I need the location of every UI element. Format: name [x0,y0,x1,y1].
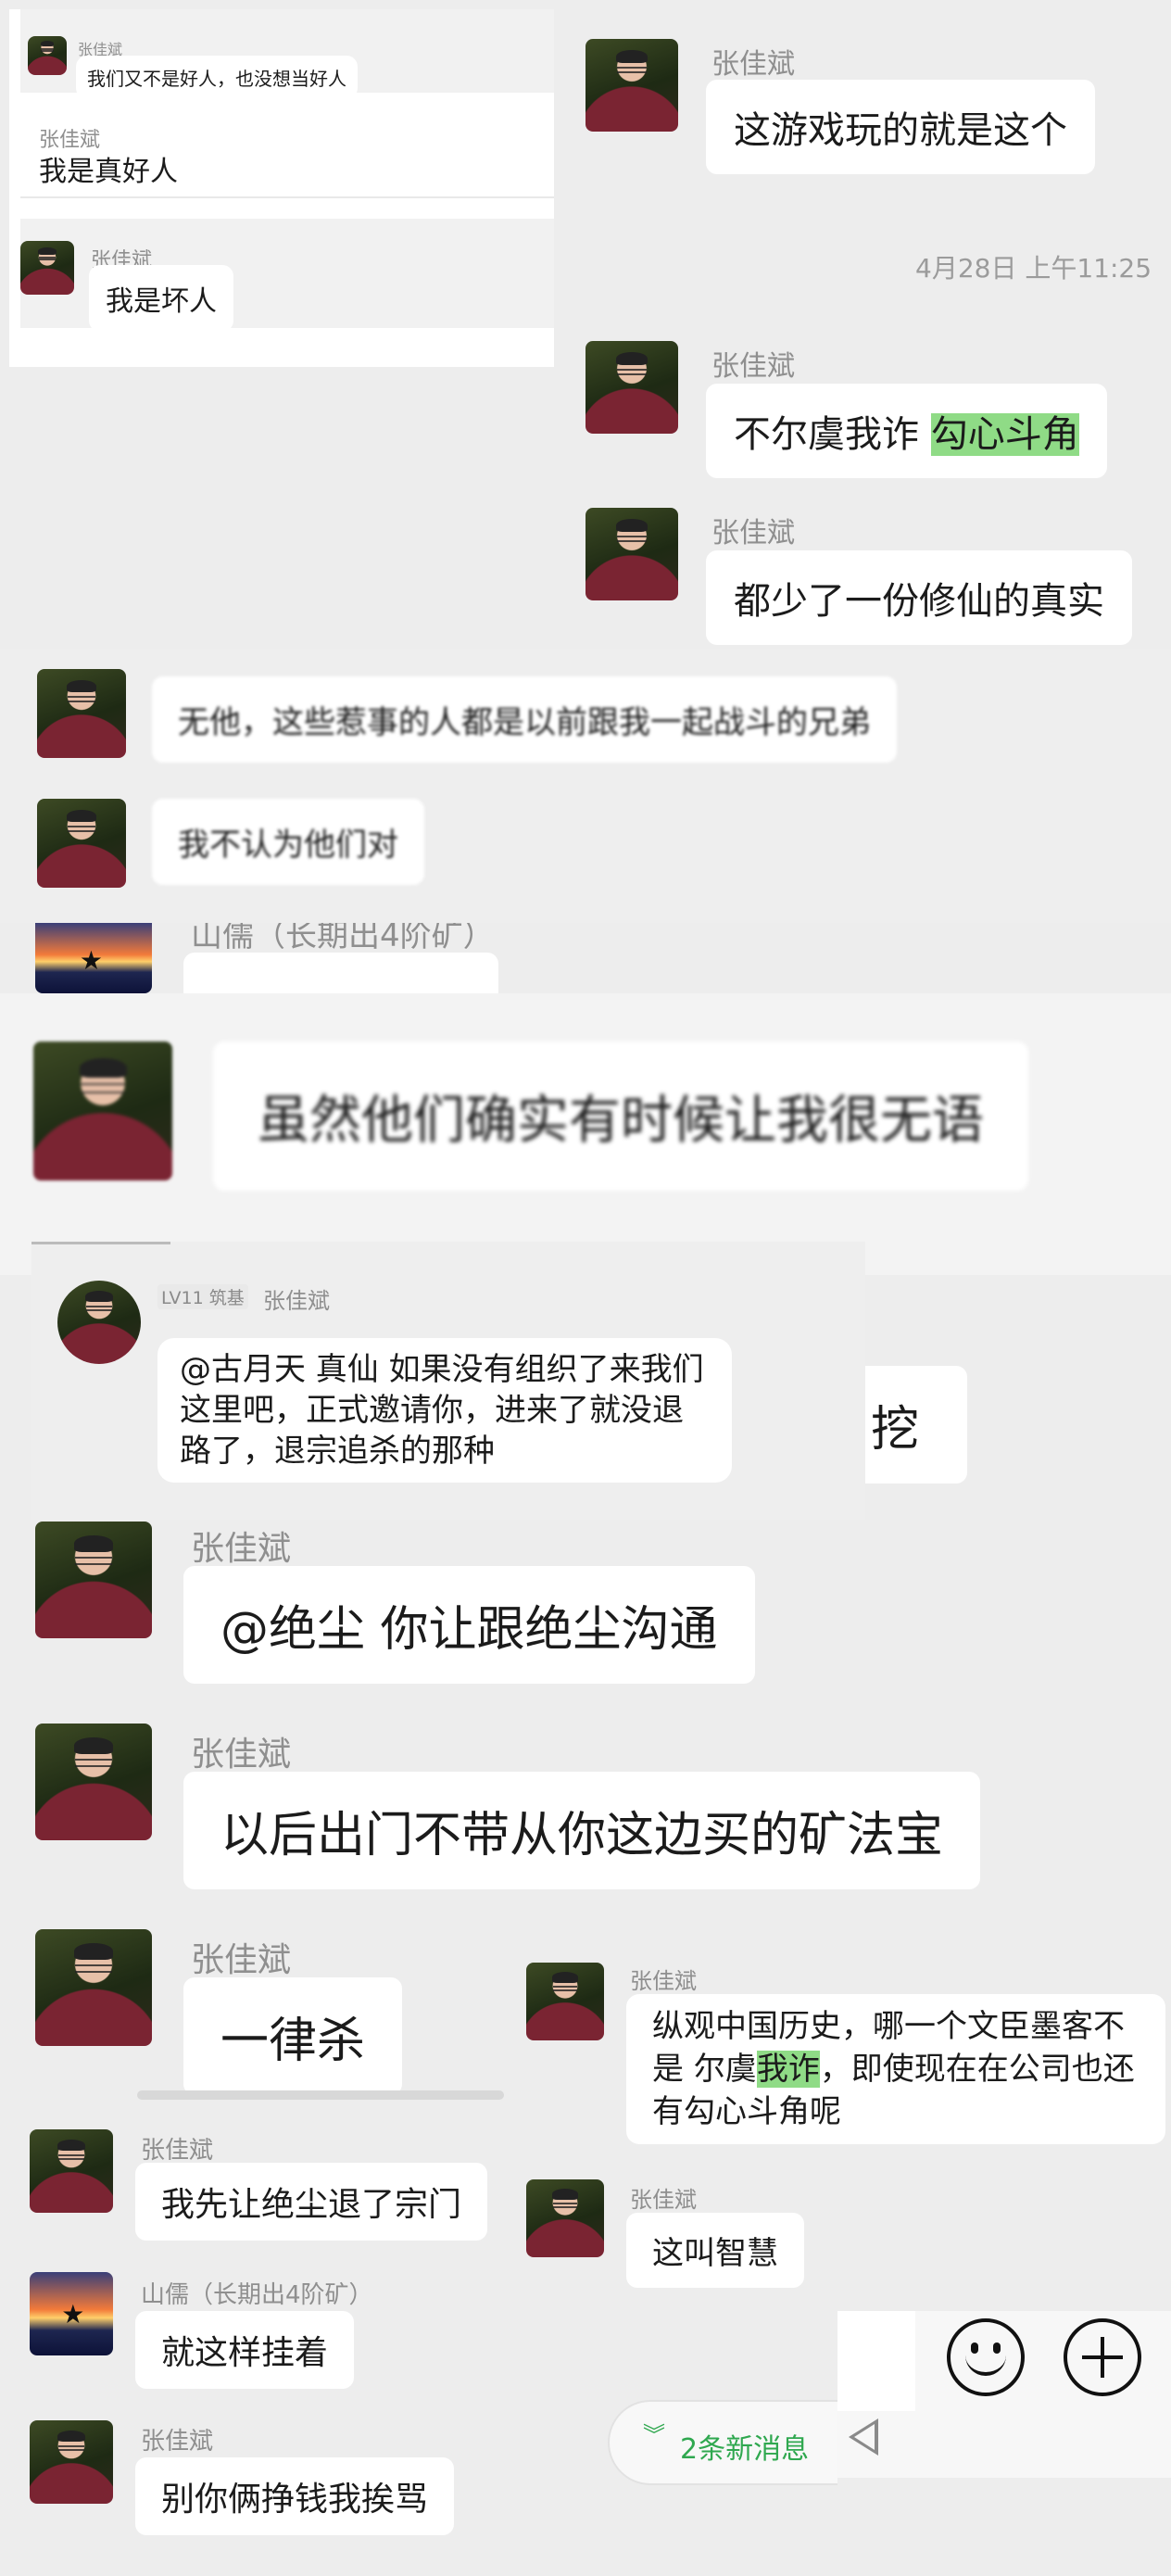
double-chevron-down-icon: ︾ [643,2422,665,2448]
message-bubble[interactable]: 我先让绝尘退了宗门 [135,2163,488,2241]
sender-name: 山儒（长期出4阶矿） [191,923,495,954]
panel-5: 虽然他们确实有时候让我很无语 [0,993,1171,1275]
panel-9: 张佳斌 我先让绝尘退了宗门 ★ 山儒（长期出4阶矿） 就这样挂着 张佳斌 别你俩… [0,2109,515,2576]
emoji-icon[interactable] [947,2318,1025,2396]
panel-6: LV11 筑基 张佳斌 @古月天 真仙 如果没有组织了来我们这里吧，正式邀请你，… [31,1242,865,1520]
message-text[interactable]: 我是真好人 [39,148,178,189]
avatar[interactable] [37,799,126,888]
message-bubble[interactable]: 不尔虞我诈 勾心斗角 [706,384,1107,478]
avatar[interactable]: ★ [30,2272,113,2355]
message-bubble[interactable]: 都少了一份修仙的真实 [706,550,1132,645]
avatar[interactable] [28,36,67,75]
star-icon: ★ [61,2298,85,2330]
sender-name: 张佳斌 [191,1941,292,1979]
star-icon: ★ [79,945,103,977]
panel-1: 张佳斌 我们又不是好人，也没想当好人 张佳斌 我是真好人 张佳斌 我是坏人 [9,9,554,367]
message-input[interactable] [837,2311,915,2411]
new-messages-pill[interactable]: ︾ 2条新消息 [608,2400,837,2485]
message-bubble[interactable]: @古月天 真仙 如果没有组织了来我们这里吧，正式邀请你，进来了就没退路了，退宗追… [157,1338,732,1483]
avatar[interactable] [586,341,678,434]
message-bubble[interactable]: 一律杀 [183,1977,403,2095]
message-bubble[interactable]: 以后出门不带从你这边买的矿法宝 [183,1772,981,1889]
avatar[interactable] [526,1963,604,2040]
highlight-text: 勾心斗角 [930,413,1079,456]
avatar[interactable] [30,2129,113,2213]
sender-name: 张佳斌 [263,1288,330,1314]
emoji-mouth [965,2354,1006,2376]
emoji-eye-left [971,2342,978,2354]
message-bubble [183,953,498,993]
message-bubble[interactable]: 我不认为他们对 [152,799,424,885]
sender-name: 张佳斌 [711,517,795,549]
avatar[interactable] [35,1724,152,1840]
back-triangle-inner [854,2424,875,2450]
message-bubble[interactable]: 虽然他们确实有时候让我很无语 [213,1042,1028,1191]
panel-10: 张佳斌 这叫智慧 [515,2161,843,2313]
divider [31,1242,170,1244]
message-bubble[interactable]: 无他，这些惹事的人都是以前跟我一起战斗的兄弟 [152,676,897,763]
level-badge: LV11 筑基 [157,1284,248,1309]
divider [20,196,554,198]
sender-name: 张佳斌 [191,1736,292,1774]
message-bubble[interactable]: 纵观中国历史，哪一个文臣墨客不是 尔虞我诈，即使现在在公司也还有勾心斗角呢 [626,1994,1165,2144]
sender-name: 山儒（长期出4阶矿） [141,2281,373,2309]
panel-11 [837,2311,1171,2478]
message-bubble[interactable]: 别你俩挣钱我挨骂 [135,2457,455,2535]
panel-2: 张佳斌 这游戏玩的就是这个 4月28日 上午11:25 张佳斌 不尔虞我诈 勾心… [554,0,1171,663]
avatar[interactable] [20,241,74,295]
avatar[interactable] [37,669,126,758]
timestamp: 4月28日 上午11:25 [915,253,1152,284]
divider [137,2090,504,2100]
message-bubble[interactable]: 我是坏人 [89,265,233,332]
avatar[interactable] [526,2179,604,2257]
sender-name: 张佳斌 [711,350,795,383]
sender-name: 张佳斌 [711,48,795,81]
avatar[interactable] [35,1522,152,1638]
sender-name: 张佳斌 [630,2187,697,2213]
message-text: 不尔虞我诈 [734,413,931,456]
avatar[interactable] [586,39,678,132]
panel-3: 无他，这些惹事的人都是以前跟我一起战斗的兄弟 我不认为他们对 [0,649,1171,923]
highlight-text: 我诈 [756,2051,820,2088]
sender-name: 张佳斌 [141,2428,214,2456]
message-bubble[interactable]: 就这样挂着 [135,2311,355,2389]
avatar[interactable] [57,1281,141,1364]
new-messages-label: 2条新消息 [680,2433,810,2466]
panel-8: 张佳斌 纵观中国历史，哪一个文臣墨客不是 尔虞我诈，即使现在在公司也还有勾心斗角… [515,1950,1171,2161]
sender-name: 张佳斌 [191,1530,292,1568]
message-bubble[interactable]: 这游戏玩的就是这个 [706,80,1095,174]
message-bubble[interactable]: 这叫智慧 [626,2213,804,2288]
plus-icon[interactable] [1064,2318,1141,2396]
sender-name: 张佳斌 [141,2137,214,2165]
panel-4: ★ 山儒（长期出4阶矿） [0,923,1171,993]
message-bubble[interactable]: @绝尘 你让跟绝尘沟通 [183,1566,755,1684]
message-bubble[interactable]: 我们又不是好人，也没想当好人 [76,56,358,99]
avatar[interactable] [35,1929,152,2046]
plus-vertical [1101,2337,1104,2378]
avatar[interactable] [33,1042,172,1181]
avatar[interactable] [30,2420,113,2504]
emoji-eye-right [993,2342,1001,2354]
avatar[interactable]: ★ [35,923,152,993]
sender-name: 张佳斌 [630,1968,697,1994]
avatar[interactable] [586,508,678,600]
